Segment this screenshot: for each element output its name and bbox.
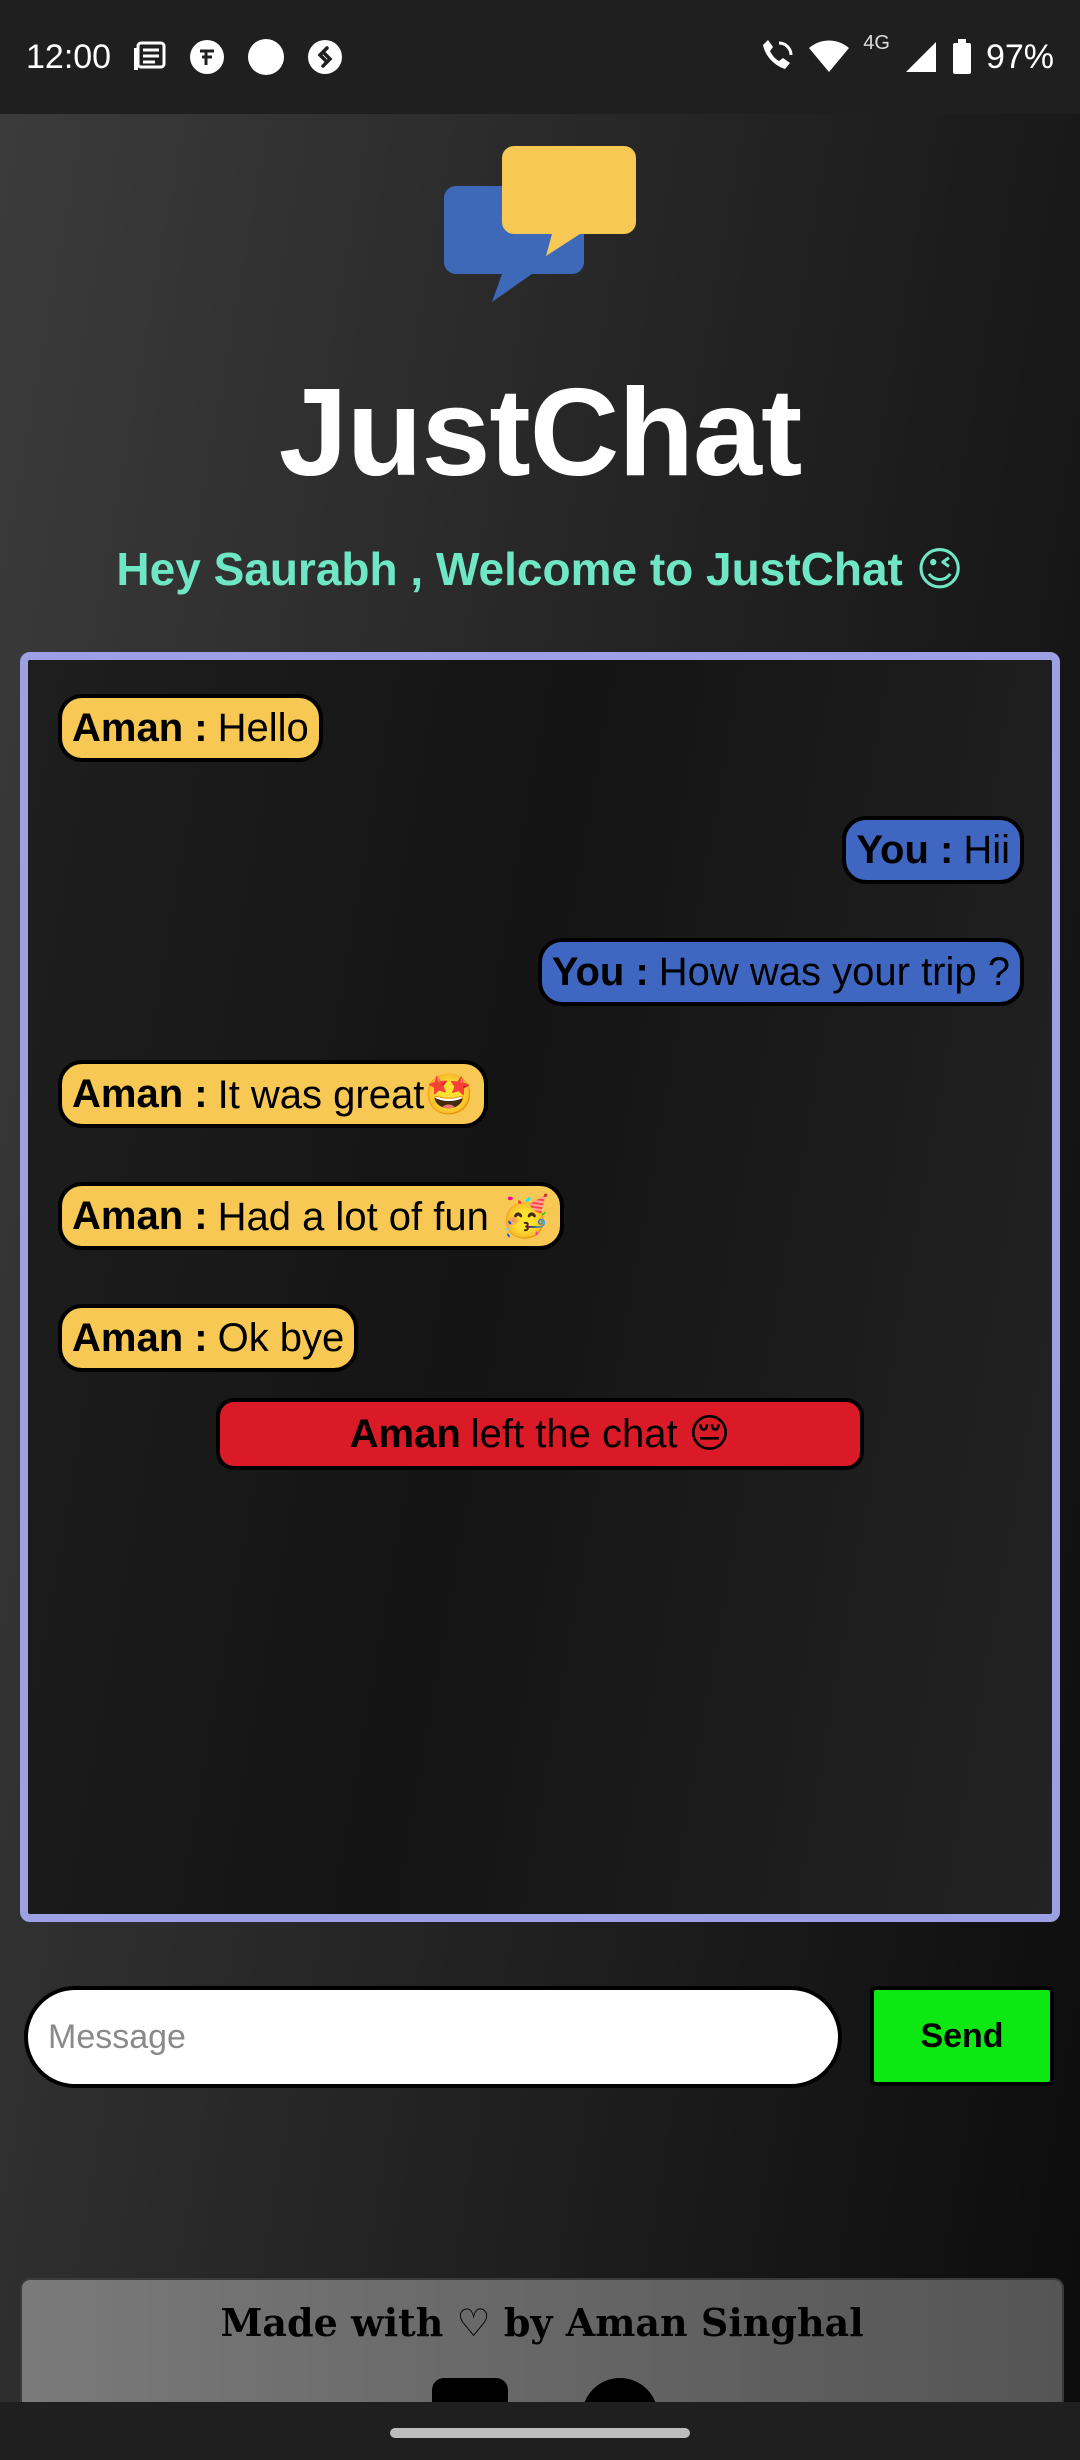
message-sender: Aman : bbox=[72, 1315, 208, 1360]
wifi-call-icon bbox=[757, 39, 795, 75]
message-bubble-incoming: Aman : Ok bye bbox=[58, 1304, 359, 1372]
network-type: 4G bbox=[863, 31, 890, 54]
message-bubble-incoming: Aman : Hello bbox=[58, 694, 323, 762]
battery-level: 97% bbox=[985, 37, 1054, 76]
message-text: Ok bye bbox=[217, 1315, 345, 1360]
message-bubble-incoming: Aman : Had a lot of fun 🥳 bbox=[58, 1182, 564, 1250]
welcome-message: Hey Saurabh , Welcome to JustChat 😉 bbox=[116, 543, 964, 595]
send-button[interactable]: Send bbox=[870, 1986, 1054, 2086]
left-chat-notice: Aman left the chat 😔 bbox=[216, 1398, 864, 1470]
payment-icon bbox=[189, 39, 225, 75]
status-time: 12:00 bbox=[26, 37, 112, 76]
wifi-icon bbox=[809, 40, 850, 74]
shazam-icon bbox=[307, 39, 343, 75]
battery-icon bbox=[952, 39, 972, 75]
footer-credit: Made with ♡ by Aman Singhal bbox=[220, 2300, 864, 2345]
news-icon bbox=[133, 40, 167, 74]
home-gesture-handle[interactable] bbox=[390, 2428, 690, 2438]
message-sender: You : bbox=[856, 827, 954, 872]
message-sender: Aman : bbox=[72, 1071, 208, 1116]
message-sender: You : bbox=[551, 949, 649, 994]
chat-box[interactable]: Aman : Hello You : Hii You : How was you… bbox=[20, 652, 1060, 1922]
message-sender: Aman : bbox=[72, 705, 208, 750]
navigation-bar bbox=[0, 2402, 1080, 2460]
app-title: JustChat bbox=[278, 364, 803, 502]
message-bubble-outgoing: You : How was your trip ? bbox=[537, 938, 1024, 1006]
notice-text: left the chat 😔 bbox=[470, 1412, 731, 1456]
status-bar: 12:00 4G 97% bbox=[0, 0, 1080, 114]
message-text: How was your trip ? bbox=[658, 949, 1010, 994]
app-logo bbox=[444, 146, 636, 308]
message-bubble-incoming: Aman : It was great🤩 bbox=[58, 1060, 489, 1128]
dot-icon bbox=[247, 38, 285, 76]
message-sender: Aman : bbox=[72, 1193, 208, 1238]
signal-icon bbox=[904, 40, 938, 74]
message-text: Hello bbox=[217, 705, 309, 750]
message-input[interactable] bbox=[24, 1986, 842, 2088]
message-text: It was great🤩 bbox=[217, 1072, 475, 1117]
message-text: Hii bbox=[963, 827, 1010, 872]
message-text: Had a lot of fun 🥳 bbox=[217, 1194, 550, 1239]
message-bubble-outgoing: You : Hii bbox=[842, 816, 1024, 884]
notice-user: Aman bbox=[349, 1411, 461, 1456]
